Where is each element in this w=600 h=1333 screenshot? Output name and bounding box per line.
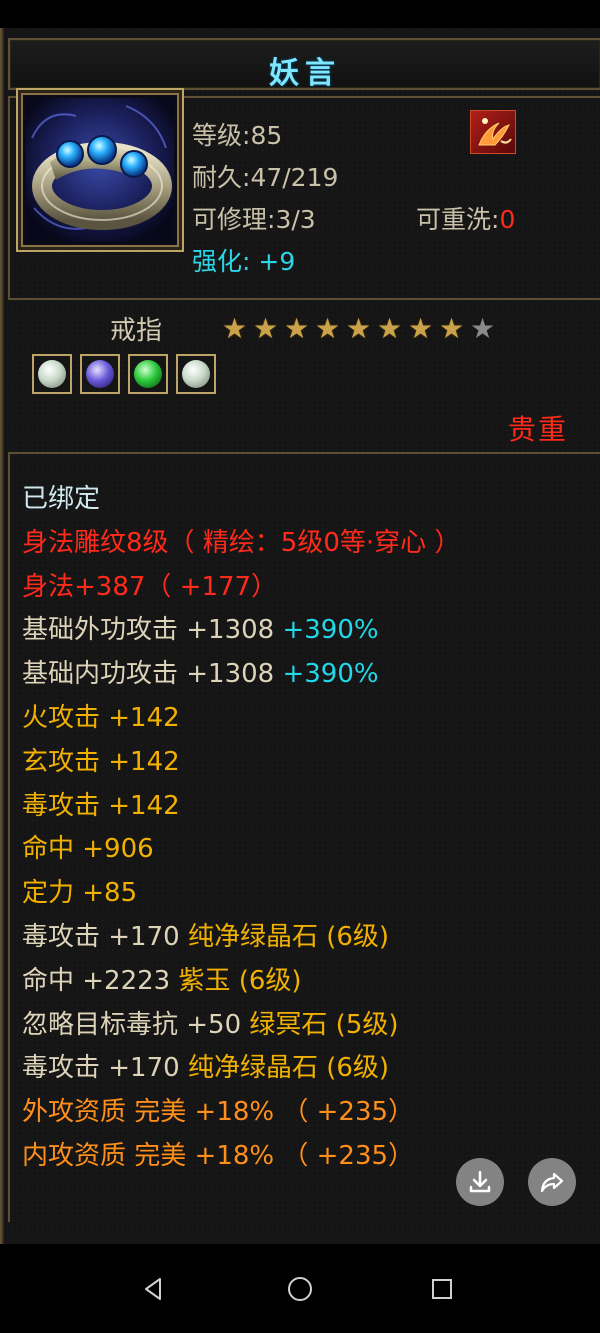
durability-value: 47/219 (250, 163, 339, 192)
attribute-line: 基础外功攻击 +1308 +390% (22, 609, 582, 653)
item-name: 妖言 (269, 56, 341, 91)
attribute-text: 基础内功攻击 +1308 (22, 659, 283, 690)
attribute-text: 外攻资质 完美 +18% （ +235） (22, 1097, 415, 1128)
nav-recents-button[interactable] (422, 1272, 462, 1306)
attribute-line: 忽略目标毒抗 +50 绿冥石 (5级) (22, 1004, 582, 1048)
gem-sockets (32, 354, 216, 394)
attribute-text: 纯净绿晶石 (6级) (187, 1053, 390, 1084)
green-gem-icon (134, 360, 162, 388)
star-filled-icon: ★ (376, 312, 403, 345)
rune-badge-icon[interactable] (470, 110, 516, 154)
home-circle-icon (288, 1277, 312, 1301)
star-filled-icon: ★ (252, 312, 279, 345)
attribute-line: 身法+387（ +177） (22, 566, 582, 610)
gem-socket[interactable] (32, 354, 72, 394)
attribute-text: 命中 +2223 (22, 965, 179, 996)
attribute-text: 忽略目标毒抗 +50 (22, 1009, 250, 1040)
share-icon (540, 1172, 564, 1193)
item-icon-frame[interactable] (16, 88, 184, 252)
attribute-line: 毒攻击 +142 (22, 785, 582, 829)
gem-socket[interactable] (128, 354, 168, 394)
attribute-line: 身法雕纹8级（ 精绘：5级0等·穿心 ） (22, 522, 582, 566)
durability-stat: 耐久:47/219 (192, 158, 338, 194)
attribute-text: 命中 +906 (22, 834, 154, 865)
attribute-line: 定力 +85 (22, 872, 582, 916)
star-filled-icon: ★ (314, 312, 341, 345)
rarity-label: 贵重 (507, 413, 568, 446)
star-filled-icon: ★ (221, 312, 248, 345)
white-gem-icon (182, 360, 210, 388)
rewash-value: 0 (499, 205, 516, 234)
enhance-label: 强化: (192, 247, 251, 276)
attribute-text: +390% (282, 615, 379, 646)
attribute-text: 紫玉 (6级) (178, 965, 302, 996)
durability-label: 耐久: (192, 163, 251, 192)
level-stat: 等级:85 (192, 116, 282, 152)
gem-socket[interactable] (80, 354, 120, 394)
purple-gem-icon (86, 360, 114, 388)
attribute-line: 基础内功攻击 +1308 +390% (22, 653, 582, 697)
attribute-text: 火攻击 +142 (22, 702, 180, 733)
attribute-line: 外攻资质 完美 +18% （ +235） (22, 1091, 582, 1135)
attribute-text: 基础外功攻击 +1308 (22, 615, 283, 646)
system-navigation-bar (0, 1244, 600, 1333)
attribute-line: 命中 +2223 紫玉 (6级) (22, 960, 582, 1004)
attribute-text: 身法+387（ +177） (22, 571, 278, 602)
attribute-line: 命中 +906 (22, 828, 582, 872)
enhance-stat: 强化: +9 (192, 242, 295, 278)
gem-socket[interactable] (176, 354, 216, 394)
title-bar: 妖言 (8, 38, 600, 91)
enhance-value: +9 (258, 247, 296, 276)
star-filled-icon: ★ (345, 312, 372, 345)
repair-label: 可修理: (192, 205, 276, 234)
attribute-line: 毒攻击 +170 纯净绿晶石 (6级) (22, 1047, 582, 1091)
phoenix-rune-icon (478, 118, 512, 146)
attribute-line: 火攻击 +142 (22, 697, 582, 741)
share-button[interactable] (528, 1158, 576, 1206)
rewash-label: 可重洗: (416, 205, 500, 234)
repair-stat: 可修理:3/3 (192, 200, 316, 236)
attribute-list: 已绑定身法雕纹8级（ 精绘：5级0等·穿心 ） 身法+387（ +177） 基础外功… (22, 478, 582, 1179)
attribute-text: 已绑定 (22, 484, 101, 514)
item-type: 戒指 (110, 316, 163, 346)
rewash-stat: 可重洗:0 (416, 200, 515, 236)
download-button[interactable] (456, 1158, 504, 1206)
attribute-text: 身法雕纹8级（ 精绘：5级0等·穿心 ） (22, 527, 461, 558)
attribute-text: +390% (282, 659, 379, 690)
attribute-text: 玄攻击 +142 (22, 746, 180, 777)
attribute-line: 毒攻击 +170 纯净绿晶石 (6级) (22, 916, 582, 960)
attribute-text: 内攻资质 完美 +18% （ +235） (22, 1140, 415, 1171)
nav-back-button[interactable] (134, 1272, 174, 1306)
star-rating: ★ ★ ★ ★ ★ ★ ★ ★ ★ (220, 314, 497, 343)
back-triangle-icon (145, 1278, 161, 1300)
level-label: 等级: (192, 121, 251, 150)
ring-icon (26, 98, 174, 242)
panel-border (0, 28, 4, 1244)
star-filled-icon: ★ (438, 312, 465, 345)
attribute-line: 已绑定 (22, 478, 582, 522)
attribute-line: 玄攻击 +142 (22, 741, 582, 785)
star-filled-icon: ★ (407, 312, 434, 345)
star-filled-icon: ★ (283, 312, 310, 345)
attribute-text: 定力 +85 (22, 878, 138, 909)
attribute-text: 纯净绿晶石 (6级) (187, 921, 390, 952)
attribute-text: 毒攻击 +170 (22, 921, 188, 952)
white-gem-icon (38, 360, 66, 388)
attribute-text: 毒攻击 +170 (22, 1053, 188, 1084)
recents-square-icon (432, 1279, 452, 1299)
level-value: 85 (250, 121, 283, 150)
attribute-text: 毒攻击 +142 (22, 790, 180, 821)
nav-home-button[interactable] (280, 1272, 320, 1306)
attribute-text: 绿冥石 (5级) (249, 1009, 399, 1040)
repair-value: 3/3 (275, 205, 316, 234)
star-empty-icon: ★ (469, 312, 496, 345)
download-icon (469, 1170, 491, 1193)
